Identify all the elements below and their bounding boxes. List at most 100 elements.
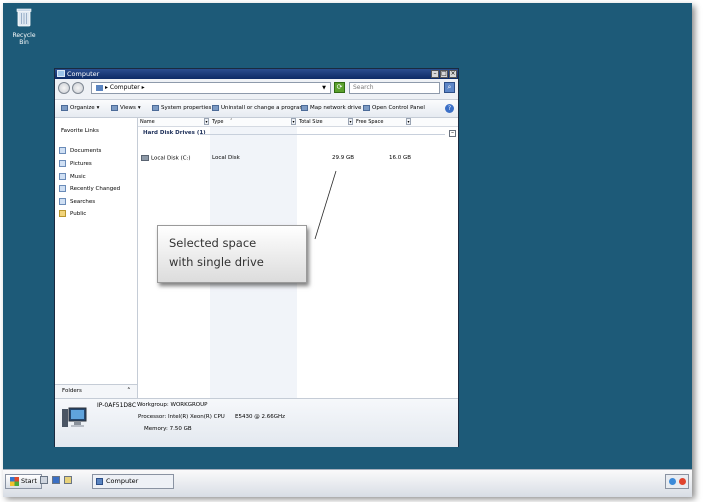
nav-item-music[interactable]: Music [59, 173, 86, 180]
windows-logo-icon [10, 477, 19, 486]
system-tray [665, 474, 689, 489]
processor-text: Processor: Intel(R) Xeon(R) CPU [138, 414, 225, 420]
callout-line-1: Selected space [169, 236, 257, 250]
organize-icon [61, 105, 68, 111]
start-label: Start [21, 477, 37, 485]
nav-item-label: Pictures [70, 160, 92, 167]
explorer-icon[interactable] [64, 476, 72, 484]
search-placeholder: Search [353, 84, 374, 91]
forward-button[interactable] [72, 82, 84, 94]
help-icon[interactable]: ? [445, 104, 454, 113]
recycle-bin[interactable]: Recycle Bin [7, 7, 41, 46]
organize-button[interactable]: Organize ▾ [61, 105, 99, 111]
drive-type: Local Disk [212, 155, 240, 161]
nav-item-label: Documents [70, 147, 102, 154]
organize-label: Organize [70, 105, 95, 111]
drive-total-size: 29.9 GB [332, 155, 355, 161]
column-header-type[interactable]: Type [212, 119, 223, 125]
column-filter-name-icon[interactable]: ▾ [204, 118, 209, 125]
callout-pointer-line [314, 170, 337, 240]
nav-item-label: Music [70, 173, 86, 180]
nav-item-label: Public [70, 210, 87, 217]
search-icon[interactable]: ⌕ [444, 82, 455, 93]
desktop: Recycle Bin Computer – □ × ▸ Computer ▸ … [3, 3, 692, 469]
drive-free-space: 16.0 GB [389, 155, 412, 161]
address-bar[interactable]: ▸ Computer ▸ ▼ [91, 82, 331, 94]
column-headers: Name ▾ Type ˆ ▾ Total Size ▾ Free Space … [138, 118, 458, 127]
recycle-bin-icon [16, 8, 32, 27]
computer-icon [96, 478, 103, 485]
powershell-icon[interactable] [52, 476, 60, 484]
views-button[interactable]: Views ▾ [111, 105, 141, 111]
uninstall-label: Uninstall or change a program [221, 105, 305, 111]
drive-name-cell: Local Disk (C:) [141, 155, 191, 162]
refresh-button[interactable]: ⟳ [334, 82, 345, 93]
column-header-free-space[interactable]: Free Space [356, 119, 383, 125]
nav-item-recently-changed[interactable]: Recently Changed [59, 185, 120, 192]
details-pane: IP-0AF51D8C Workgroup: WORKGROUP Process… [55, 398, 458, 447]
back-button[interactable] [58, 82, 70, 94]
sort-ascending-icon: ˆ [230, 119, 233, 125]
start-button[interactable]: Start [5, 474, 42, 489]
window-title: Computer [67, 70, 100, 78]
group-divider [200, 134, 445, 135]
system-properties-label: System properties [161, 105, 212, 111]
nav-item-label: Recently Changed [70, 185, 121, 192]
search-input[interactable]: Search [349, 82, 440, 94]
nav-item-searches[interactable]: Searches [59, 198, 95, 205]
system-properties-icon [152, 105, 159, 111]
nav-item-public[interactable]: Public [59, 210, 86, 217]
column-filter-type-icon[interactable]: ▾ [291, 118, 296, 125]
map-drive-label: Map network drive [310, 105, 362, 111]
minimize-button[interactable]: – [431, 70, 439, 78]
chevron-down-icon: ▾ [137, 105, 141, 111]
chevron-up-icon: ˄ [127, 387, 131, 395]
computer-icon [62, 407, 87, 427]
computer-icon [57, 70, 65, 77]
nav-item-documents[interactable]: Documents [59, 147, 101, 154]
hard-disk-icon [141, 155, 149, 161]
collapse-group-icon[interactable]: – [449, 130, 456, 137]
control-panel-label: Open Control Panel [372, 105, 425, 111]
toolbar: Organize ▾ Views ▾ System properties Unins… [55, 100, 458, 118]
server-manager-icon[interactable] [40, 476, 48, 484]
map-network-drive-button[interactable]: Map network drive [301, 105, 361, 111]
maximize-button[interactable]: □ [440, 70, 448, 78]
window-controls: – □ × [431, 70, 457, 78]
system-properties-button[interactable]: System properties [152, 105, 211, 111]
address-dropdown-icon[interactable]: ▼ [322, 83, 326, 93]
drive-row-c[interactable]: Local Disk (C:) Local Disk 29.9 GB 16.0 … [138, 154, 458, 164]
address-row: ▸ Computer ▸ ▼ ⟳ Search ⌕ [55, 79, 458, 100]
screenshot-frame: Recycle Bin Computer – □ × ▸ Computer ▸ … [3, 3, 692, 497]
network-drive-icon [301, 105, 308, 111]
taskbar-item-computer[interactable]: Computer [92, 474, 174, 489]
annotation-callout: Selected space with single drive [157, 225, 307, 283]
folders-toggle[interactable]: Folders ˄ [55, 384, 137, 399]
folders-label: Folders [62, 388, 82, 394]
searches-icon [59, 198, 66, 205]
nav-item-pictures[interactable]: Pictures [59, 160, 92, 167]
favorite-links-heading: Favorite Links [61, 128, 99, 134]
memory-text: Memory: 7.50 GB [144, 426, 192, 432]
speaker-icon[interactable] [679, 478, 686, 485]
column-header-total-size[interactable]: Total Size [299, 119, 323, 125]
views-icon [111, 105, 118, 111]
processor-model: E5430 @ 2.66GHz [235, 414, 285, 420]
pictures-icon [59, 160, 66, 167]
uninstall-program-button[interactable]: Uninstall or change a program [212, 105, 305, 111]
column-filter-free-space-icon[interactable]: ▾ [406, 118, 411, 125]
workgroup-text: Workgroup: WORKGROUP [137, 402, 208, 408]
column-filter-total-size-icon[interactable]: ▾ [348, 118, 353, 125]
taskbar-item-label: Computer [106, 477, 139, 485]
group-header-hard-disk-drives[interactable]: Hard Disk Drives (1) [143, 130, 206, 136]
column-header-name[interactable]: Name [140, 119, 155, 125]
open-control-panel-button[interactable]: Open Control Panel [363, 105, 425, 111]
documents-icon [59, 147, 66, 154]
close-button[interactable]: × [449, 70, 457, 78]
title-bar[interactable]: Computer – □ × [55, 69, 458, 79]
network-icon[interactable] [669, 478, 676, 485]
chevron-down-icon: ▾ [96, 105, 100, 111]
callout-line-2: with single drive [169, 255, 264, 269]
breadcrumb-arrow-icon[interactable]: ▸ [140, 84, 145, 91]
drive-name: Local Disk (C:) [151, 155, 191, 162]
